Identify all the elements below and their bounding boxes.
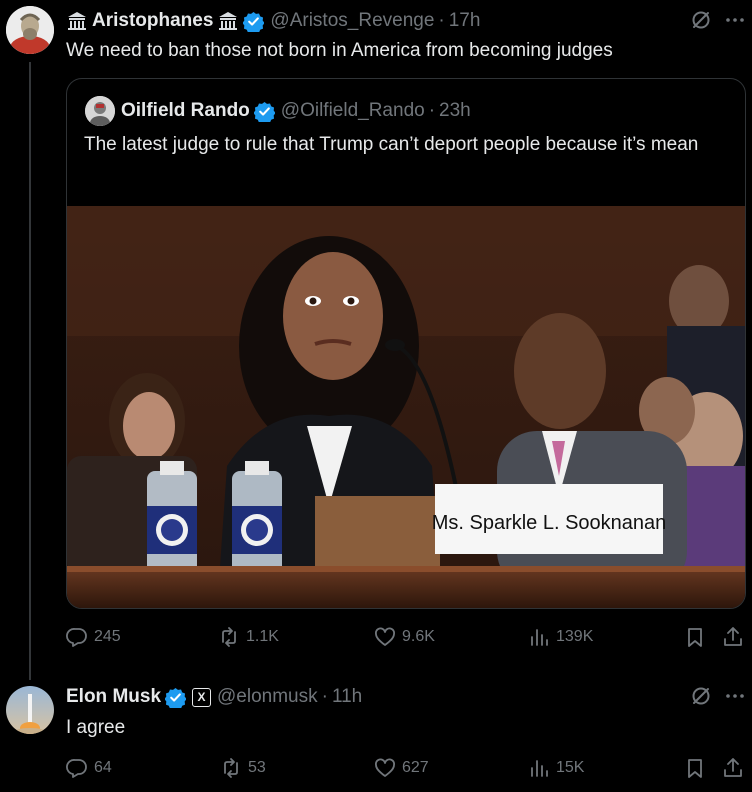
bookmark-icon — [688, 759, 702, 778]
avatar-aristophanes[interactable] — [6, 6, 54, 54]
quoted-post-header: Oilfield Rando @Oilfield_Rando · 23h — [121, 98, 471, 124]
avatar-oilfield-rando — [85, 96, 115, 126]
bookmark-button[interactable] — [684, 757, 712, 779]
grok-icon[interactable] — [690, 9, 712, 31]
reply-button[interactable]: 64 — [66, 757, 112, 779]
reply-time[interactable]: 11h — [332, 686, 362, 708]
share-icon — [724, 758, 742, 777]
reply-header: Elon Musk X @elonmusk · 11h — [66, 684, 362, 710]
bookmark-icon — [688, 628, 702, 647]
heart-icon — [375, 627, 395, 646]
quoted-post[interactable]: Oilfield Rando @Oilfield_Rando · 23h The… — [66, 78, 746, 609]
repost-count: 53 — [248, 759, 266, 776]
nameplate-text: Ms. Sparkle L. Sooknanan — [432, 512, 667, 534]
reply-author-name[interactable]: Elon Musk — [66, 686, 161, 708]
quoted-post-photo[interactable]: Ms. Sparkle L. Sooknanan — [67, 206, 745, 608]
share-button[interactable] — [722, 757, 750, 779]
repost-icon — [222, 627, 236, 647]
like-button[interactable]: 627 — [374, 757, 429, 779]
reply-count: 245 — [94, 628, 121, 645]
quoted-author-handle: @Oilfield_Rando — [280, 100, 425, 121]
main-post-actions: 245 1.1K 9.6K 139K — [66, 626, 746, 654]
like-count: 9.6K — [402, 628, 435, 645]
reply-text: I agree — [66, 717, 126, 738]
views-icon — [531, 629, 548, 646]
more-options-icon[interactable] — [724, 685, 746, 707]
views-icon — [531, 760, 548, 777]
bookmark-button[interactable] — [684, 626, 712, 648]
more-options-icon[interactable] — [724, 9, 746, 31]
post-time[interactable]: 17h — [449, 10, 481, 32]
reply-count: 64 — [94, 759, 112, 776]
avatar-elon-musk[interactable] — [6, 686, 54, 734]
quoted-author-name: Oilfield Rando — [121, 100, 250, 121]
like-button[interactable]: 9.6K — [374, 626, 435, 648]
temple-icon — [66, 10, 88, 32]
post-text: We need to ban those not born in America… — [66, 40, 613, 61]
views-count: 15K — [556, 759, 585, 776]
quoted-post-text: The latest judge to rule that Trump can’… — [84, 134, 699, 155]
separator-dot: · — [428, 100, 436, 121]
verified-badge-icon — [253, 101, 275, 122]
author-handle[interactable]: @Aristos_Revenge — [270, 10, 434, 32]
reply-post-actions: 64 53 627 15K — [66, 757, 746, 785]
repost-button[interactable]: 1.1K — [218, 626, 279, 648]
quoted-post-time: 23h — [439, 100, 471, 121]
reply-icon — [66, 628, 87, 647]
repost-button[interactable]: 53 — [220, 757, 266, 779]
author-name[interactable]: Aristophanes — [92, 10, 213, 32]
post-header: Aristophanes @Aristos_Revenge · 17h — [66, 8, 480, 34]
post-top-actions — [690, 9, 746, 31]
like-count: 627 — [402, 759, 429, 776]
verified-badge-icon[interactable] — [165, 687, 187, 708]
reply-button[interactable]: 245 — [66, 626, 121, 648]
repost-icon — [224, 758, 238, 778]
x-affiliate-badge-icon[interactable]: X — [192, 687, 212, 707]
reply-author-handle[interactable]: @elonmusk — [217, 686, 318, 708]
share-icon — [724, 627, 742, 646]
reply-icon — [66, 759, 87, 778]
repost-count: 1.1K — [246, 628, 279, 645]
thread-line — [29, 62, 31, 680]
views-button[interactable]: 139K — [528, 626, 593, 648]
views-button[interactable]: 15K — [528, 757, 584, 779]
reply-top-actions — [690, 685, 746, 707]
grok-icon[interactable] — [690, 685, 712, 707]
temple-icon — [217, 10, 239, 32]
separator-dot: · — [321, 686, 328, 707]
verified-badge-icon[interactable] — [243, 11, 265, 32]
share-button[interactable] — [722, 626, 750, 648]
separator-dot: · — [438, 10, 445, 31]
heart-icon — [375, 758, 395, 777]
views-count: 139K — [556, 628, 594, 645]
